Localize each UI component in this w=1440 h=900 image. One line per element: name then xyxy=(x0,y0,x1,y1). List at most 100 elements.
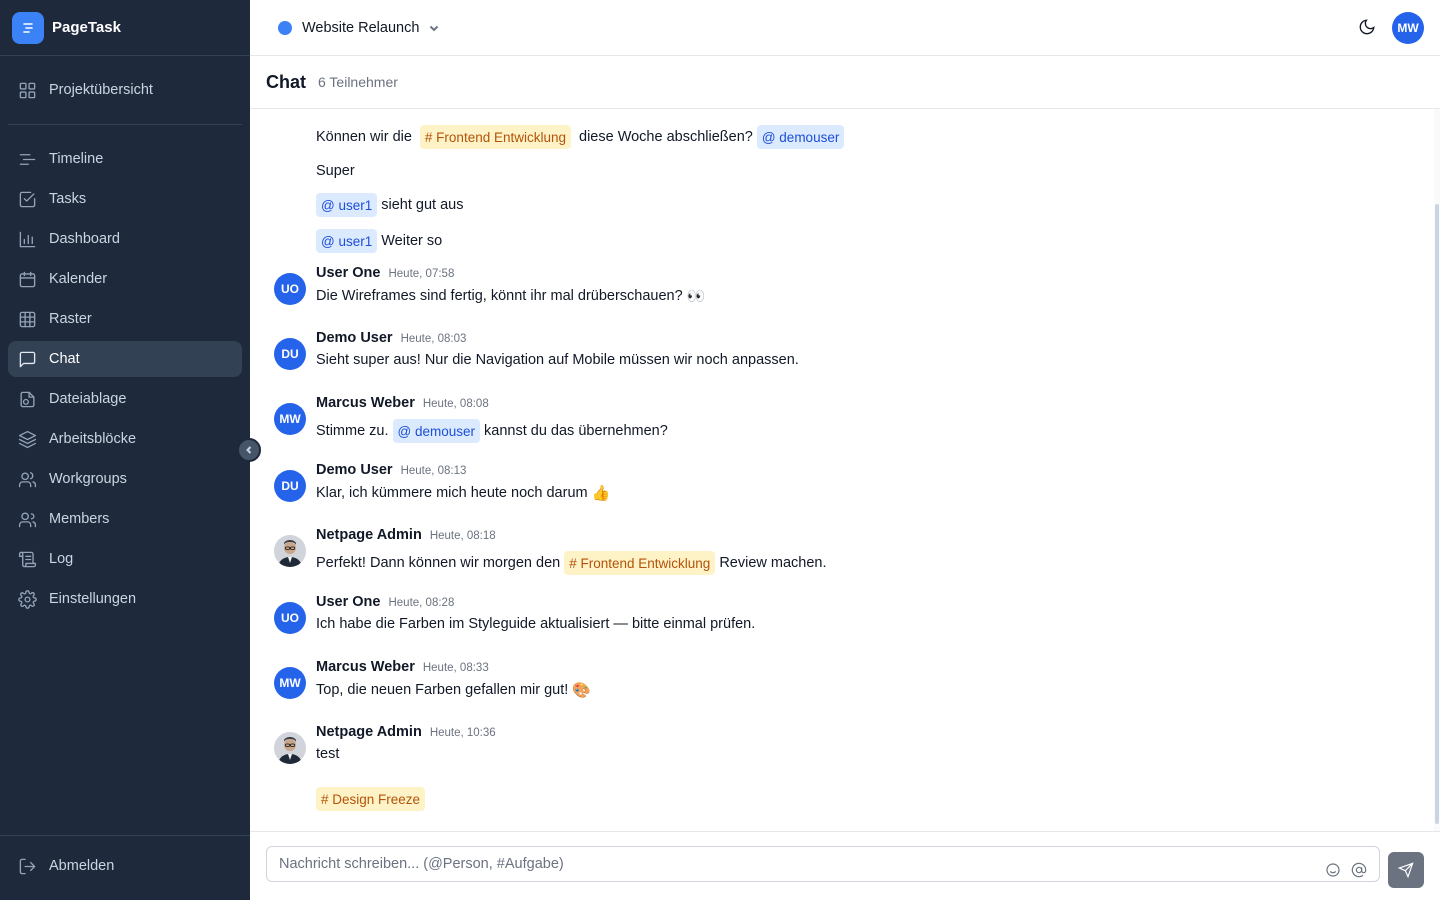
checkbox-icon xyxy=(17,189,37,209)
sidebar-item-label: Arbeitsblöcke xyxy=(49,431,137,447)
chevron-left-icon xyxy=(246,446,252,454)
palette-emoji: 🎨 xyxy=(572,682,591,699)
avatar[interactable] xyxy=(274,732,306,764)
scrollbar-thumb[interactable] xyxy=(1435,204,1439,824)
avatar[interactable]: UO xyxy=(274,273,306,305)
user-photo-icon xyxy=(274,732,306,764)
message-input[interactable] xyxy=(266,846,1380,882)
sidebar-divider xyxy=(0,835,250,836)
sidebar-divider xyxy=(8,124,242,125)
sidebar-item-label: Timeline xyxy=(49,151,104,167)
message-text: test xyxy=(316,746,340,762)
message-time: Heute, 08:18 xyxy=(429,530,496,542)
chat-icon xyxy=(17,349,37,369)
message-text: Ich habe die Farben im Styleguide aktual… xyxy=(316,616,756,632)
user-avatar[interactable]: MW xyxy=(1392,12,1424,44)
message-author[interactable]: User One xyxy=(316,265,380,281)
sidebar-item-raster[interactable]: Raster xyxy=(8,301,242,337)
avatar[interactable]: MW xyxy=(274,403,306,435)
emoji-button[interactable] xyxy=(1325,862,1343,880)
user-photo-icon xyxy=(274,535,306,567)
sidebar-item-label: Tasks xyxy=(49,191,87,207)
send-button[interactable] xyxy=(1388,852,1424,888)
message-scrollbar[interactable] xyxy=(1434,109,1440,831)
message-author[interactable]: Demo User xyxy=(316,330,393,346)
bar-chart-icon xyxy=(17,229,37,249)
message-time: Heute, 07:58 xyxy=(388,268,455,280)
sidebar-item-arbeitsbloecke[interactable]: Arbeitsblöcke xyxy=(8,421,242,457)
sidebar-item-label: Dateiablage xyxy=(49,391,127,407)
avatar[interactable]: MW xyxy=(274,667,306,699)
avatar[interactable]: DU xyxy=(274,338,306,370)
sidebar-item-label: Members xyxy=(49,511,110,527)
send-icon xyxy=(1398,862,1414,878)
sidebar-item-chat[interactable]: Chat xyxy=(8,341,242,377)
mention-chip[interactable]: @ user1 xyxy=(316,229,378,253)
logout-button[interactable]: Abmelden xyxy=(8,848,242,884)
sidebar-item-members[interactable]: Members xyxy=(8,501,242,537)
message-text: kannst du das übernehmen? xyxy=(484,423,668,439)
sidebar-item-workgroups[interactable]: Workgroups xyxy=(8,461,242,497)
message-author[interactable]: Netpage Admin xyxy=(316,527,422,543)
timeline-icon xyxy=(17,149,37,169)
sidebar-item-einstellungen[interactable]: Einstellungen xyxy=(8,581,242,617)
topbar: Website Relaunch MW xyxy=(250,0,1440,56)
sidebar-item-dashboard[interactable]: Dashboard xyxy=(8,221,242,257)
sidebar-item-timeline[interactable]: Timeline xyxy=(8,141,242,177)
app-logo-icon xyxy=(12,11,44,44)
logout-label: Abmelden xyxy=(49,858,115,874)
message-line: Können wir die # Frontend Entwicklung di… xyxy=(316,125,848,149)
message-time: Heute, 08:33 xyxy=(422,662,489,674)
sidebar-collapse-button[interactable] xyxy=(237,438,261,462)
chevron-down-icon xyxy=(427,21,441,35)
mention-chip[interactable]: @ user1 xyxy=(316,193,378,217)
message-author[interactable]: Marcus Weber xyxy=(316,395,415,411)
sidebar-item-label: Kalender xyxy=(49,271,108,287)
message-line: @ user1 Weiter so xyxy=(316,229,442,253)
avatar[interactable]: UO xyxy=(274,602,306,634)
sidebar-item-log[interactable]: Log xyxy=(8,541,242,577)
sidebar-item-projektuebersicht[interactable]: Projektübersicht xyxy=(8,72,242,108)
message-text: sieht gut aus xyxy=(381,197,464,213)
message-text: Sieht super aus! Nur die Navigation auf … xyxy=(316,352,799,368)
sidebar: PageTask Projektübersicht Timeline Tasks… xyxy=(0,0,250,900)
mention-chip[interactable]: @ demouser xyxy=(756,125,845,149)
mention-button[interactable] xyxy=(1351,862,1369,880)
message-text: diese Woche abschließen? xyxy=(579,129,753,145)
avatar[interactable]: DU xyxy=(274,470,306,502)
project-selector[interactable]: Website Relaunch xyxy=(278,18,441,38)
theme-toggle-button[interactable] xyxy=(1358,18,1378,38)
files-icon xyxy=(17,389,37,409)
project-color-dot xyxy=(278,21,292,35)
message-author[interactable]: User One xyxy=(316,594,380,610)
message-text: Super xyxy=(316,163,355,179)
task-tag[interactable]: # Design Freeze xyxy=(316,787,426,811)
sidebar-item-label: Dashboard xyxy=(49,231,120,247)
gear-icon xyxy=(17,589,37,609)
message-author[interactable]: Netpage Admin xyxy=(316,724,422,740)
message-line: @ user1 sieht gut aus xyxy=(316,193,463,217)
page-title: Chat xyxy=(266,71,306,92)
sidebar-item-dateiablage[interactable]: Dateiablage xyxy=(8,381,242,417)
task-tag[interactable]: # Frontend Entwicklung xyxy=(419,125,571,149)
at-icon xyxy=(1351,862,1367,878)
moon-icon xyxy=(1359,19,1375,35)
app-name: PageTask xyxy=(52,19,121,36)
eyes-emoji: 👀 xyxy=(686,288,706,305)
message-author[interactable]: Demo User xyxy=(316,462,393,478)
project-name: Website Relaunch xyxy=(302,20,420,36)
message-text: Können wir die xyxy=(316,129,412,145)
sidebar-item-tasks[interactable]: Tasks xyxy=(8,181,242,217)
message-list: Können wir die # Frontend Entwicklung di… xyxy=(250,109,1434,831)
avatar[interactable] xyxy=(274,535,306,567)
sidebar-item-label: Workgroups xyxy=(49,471,127,487)
brand[interactable]: PageTask xyxy=(0,0,250,56)
task-tag[interactable]: # Frontend Entwicklung xyxy=(564,551,716,575)
sidebar-item-label: Projektübersicht xyxy=(49,82,153,98)
message-text: Klar, ich kümmere mich heute noch darum xyxy=(316,485,588,501)
message-author[interactable]: Marcus Weber xyxy=(316,659,415,675)
mention-chip[interactable]: @ demouser xyxy=(392,419,481,443)
message-text: Stimme zu. xyxy=(316,423,389,439)
sidebar-item-kalender[interactable]: Kalender xyxy=(8,261,242,297)
sidebar-item-label: Log xyxy=(49,551,74,567)
